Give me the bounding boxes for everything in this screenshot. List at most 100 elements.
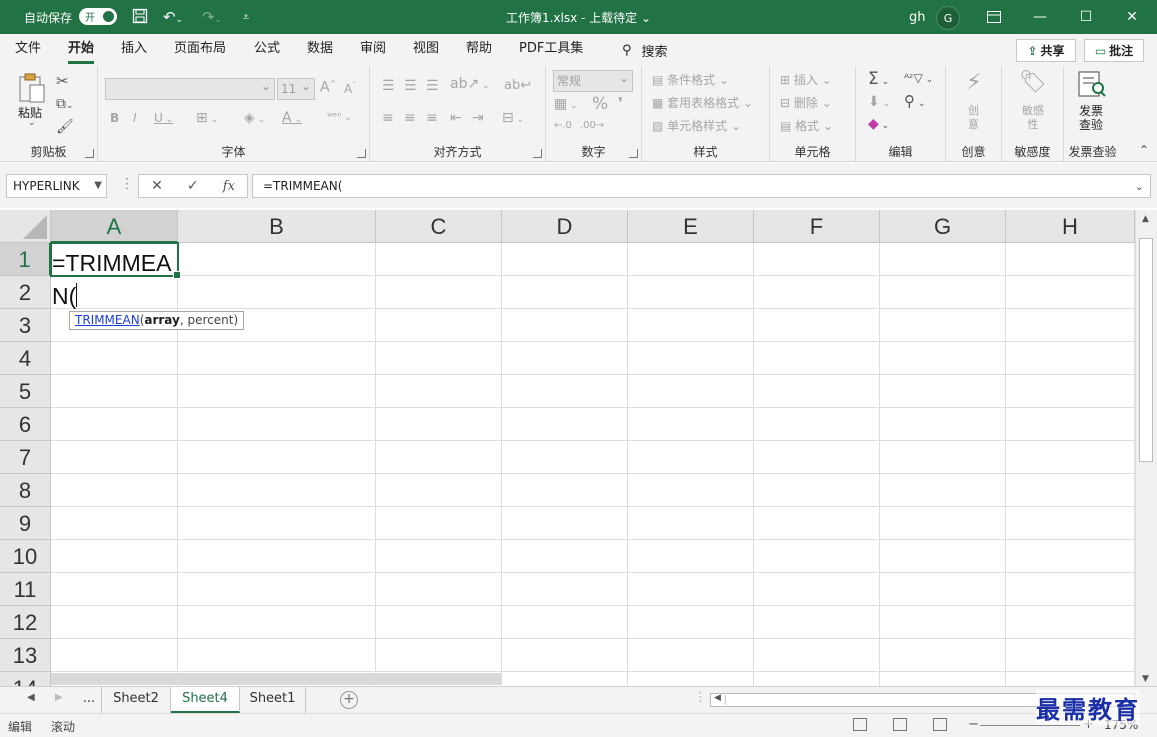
format-painter-icon[interactable]: 🖌 — [56, 119, 74, 135]
paste-dropdown-icon[interactable]: ⌄ — [28, 118, 36, 128]
maximize-icon[interactable]: ☐ — [1063, 0, 1109, 34]
tab-insert[interactable]: 插入 — [121, 34, 147, 66]
number-launcher-icon[interactable] — [629, 149, 638, 158]
avatar[interactable]: G — [936, 6, 960, 30]
clear-icon[interactable]: ◆ ⌄ — [868, 116, 889, 132]
tab-split-handle[interactable]: ⋮ — [694, 690, 707, 705]
percent-style-icon[interactable]: % — [592, 94, 608, 114]
comma-style-icon[interactable]: ❜ — [618, 94, 623, 112]
sensitivity-icon[interactable]: 🏷 — [1018, 70, 1048, 95]
next-sheet-icon[interactable]: ▶ — [55, 692, 63, 703]
increase-font-icon[interactable]: A^ — [320, 79, 336, 96]
row-header-14[interactable]: 14 — [0, 672, 51, 686]
column-header-b[interactable]: B — [178, 210, 376, 243]
bold-icon[interactable]: B — [110, 111, 119, 125]
accounting-format-icon[interactable]: ▦ ⌄ — [554, 96, 578, 112]
add-sheet-icon[interactable]: + — [340, 691, 358, 709]
tab-home[interactable]: 开始 — [68, 34, 95, 66]
row-header-2[interactable]: 2 — [0, 276, 51, 309]
autosave-toggle[interactable]: 开 — [79, 8, 117, 25]
decrease-indent-icon[interactable]: ⇤ — [450, 110, 462, 126]
worksheet-grid[interactable]: A B C D E F G H 1 2 3 4 5 6 7 8 9 10 11 … — [0, 210, 1157, 686]
format-as-table-button[interactable]: ▦ 套用表格格式 ⌄ — [652, 94, 753, 111]
comments-button[interactable]: ▭ 批注 — [1084, 39, 1144, 62]
italic-icon[interactable]: I — [133, 111, 137, 125]
tab-data[interactable]: 数据 — [307, 34, 333, 66]
autosum-icon[interactable]: Σ ⌄ — [868, 69, 889, 89]
function-help-link[interactable]: TRIMMEAN — [75, 313, 140, 327]
row-header-11[interactable]: 11 — [0, 573, 51, 606]
merge-center-icon[interactable]: ⊟ ⌄ — [502, 110, 524, 126]
column-header-c[interactable]: C — [376, 210, 502, 243]
clipboard-launcher-icon[interactable] — [85, 149, 94, 158]
vertical-scrollbar[interactable]: ▲ ▼ — [1135, 210, 1157, 686]
vertical-scroll-thumb[interactable] — [1139, 238, 1153, 462]
fill-icon[interactable]: ⬇ ⌄ — [868, 94, 890, 110]
row-header-9[interactable]: 9 — [0, 507, 51, 540]
horizontal-scroll-thumb[interactable] — [725, 695, 1025, 705]
row-header-13[interactable]: 13 — [0, 639, 51, 672]
row-header-1[interactable]: 1 — [0, 243, 51, 276]
align-center-icon[interactable]: ≡ — [404, 110, 416, 126]
expand-formula-bar-icon[interactable]: ⌄ — [1135, 176, 1144, 198]
align-left-icon[interactable]: ≡ — [382, 110, 394, 126]
fill-color-icon[interactable]: ◈ ⌄ — [244, 110, 265, 126]
sheet-tab-sheet1[interactable]: Sheet1 — [240, 687, 306, 713]
align-top-icon[interactable]: ☰ — [382, 78, 395, 94]
sensitivity-button-label[interactable]: 敏感性 — [1019, 104, 1047, 132]
more-sheets-button[interactable]: ... — [77, 687, 101, 713]
insert-function-icon[interactable]: fx — [223, 179, 235, 194]
wrap-text-icon[interactable]: ab↩ — [504, 78, 531, 93]
lightning-icon[interactable]: ⚡ — [960, 70, 988, 95]
prev-sheet-icon[interactable]: ◀ — [27, 692, 35, 703]
tab-help[interactable]: 帮助 — [466, 34, 492, 66]
cell-styles-button[interactable]: ▧ 单元格样式 ⌄ — [652, 117, 741, 134]
delete-cells-button[interactable]: ⊟ 删除 ⌄ — [780, 94, 832, 111]
tab-review[interactable]: 审阅 — [360, 34, 386, 66]
column-header-a[interactable]: A — [51, 210, 178, 243]
align-middle-icon[interactable]: ☰ — [404, 78, 417, 94]
find-select-icon[interactable]: ⚲ ⌄ — [904, 92, 925, 110]
tooltip-current-arg[interactable]: array — [144, 313, 179, 327]
format-cells-button[interactable]: ▤ 格式 ⌄ — [780, 117, 833, 134]
zoom-out-icon[interactable]: − — [968, 717, 979, 732]
save-icon[interactable] — [131, 8, 149, 26]
scroll-up-icon[interactable]: ▲ — [1142, 214, 1149, 224]
row-header-5[interactable]: 5 — [0, 375, 51, 408]
name-box[interactable]: HYPERLINK ▼ — [6, 174, 107, 198]
cut-icon[interactable]: ✂ — [56, 72, 69, 90]
decrease-font-icon[interactable]: Aˇ — [344, 81, 356, 96]
sheet-tab-sheet2[interactable]: Sheet2 — [101, 687, 171, 713]
cell-a1-editing-text[interactable]: =TRIMMEAN( — [52, 250, 171, 309]
name-box-dropdown-icon[interactable]: ▼ — [94, 175, 102, 197]
align-right-icon[interactable]: ≡ — [426, 110, 438, 126]
tab-formulas[interactable]: 公式 — [254, 34, 280, 66]
column-header-d[interactable]: D — [502, 210, 628, 243]
decrease-decimal-icon[interactable]: .00→ — [580, 120, 604, 131]
column-header-e[interactable]: E — [628, 210, 754, 243]
increase-indent-icon[interactable]: ⇥ — [472, 110, 484, 126]
row-header-12[interactable]: 12 — [0, 606, 51, 639]
insert-cells-button[interactable]: ⊞ 插入 ⌄ — [780, 71, 832, 88]
number-format-select[interactable]: 常规 — [553, 68, 633, 92]
orientation-icon[interactable]: ab↗ ⌄ — [450, 76, 490, 92]
select-all-button[interactable] — [0, 210, 51, 243]
minimize-icon[interactable]: — — [1017, 0, 1063, 34]
close-icon[interactable]: ✕ — [1109, 0, 1155, 34]
row-header-10[interactable]: 10 — [0, 540, 51, 573]
increase-decimal-icon[interactable]: ←.0 — [554, 120, 572, 131]
confirm-entry-icon[interactable]: ✓ — [187, 178, 199, 194]
ribbon-display-icon[interactable] — [971, 0, 1017, 34]
normal-view-icon[interactable] — [853, 718, 867, 731]
borders-icon[interactable]: ⊞ ⌄ — [196, 110, 218, 126]
formula-bar-grip-icon[interactable]: ⋮ — [120, 177, 134, 191]
creative-button-label[interactable]: 创意 — [968, 104, 982, 132]
tab-file[interactable]: 文件 — [15, 34, 41, 66]
row-header-3[interactable]: 3 — [0, 309, 51, 342]
scroll-down-icon[interactable]: ▼ — [1142, 674, 1149, 684]
font-name-select[interactable] — [105, 76, 275, 100]
row-header-7[interactable]: 7 — [0, 441, 51, 474]
align-bottom-icon[interactable]: ☰ — [426, 78, 439, 94]
sheet-tab-sheet4[interactable]: Sheet4 — [171, 687, 240, 713]
tab-page-layout[interactable]: 页面布局 — [174, 34, 226, 66]
